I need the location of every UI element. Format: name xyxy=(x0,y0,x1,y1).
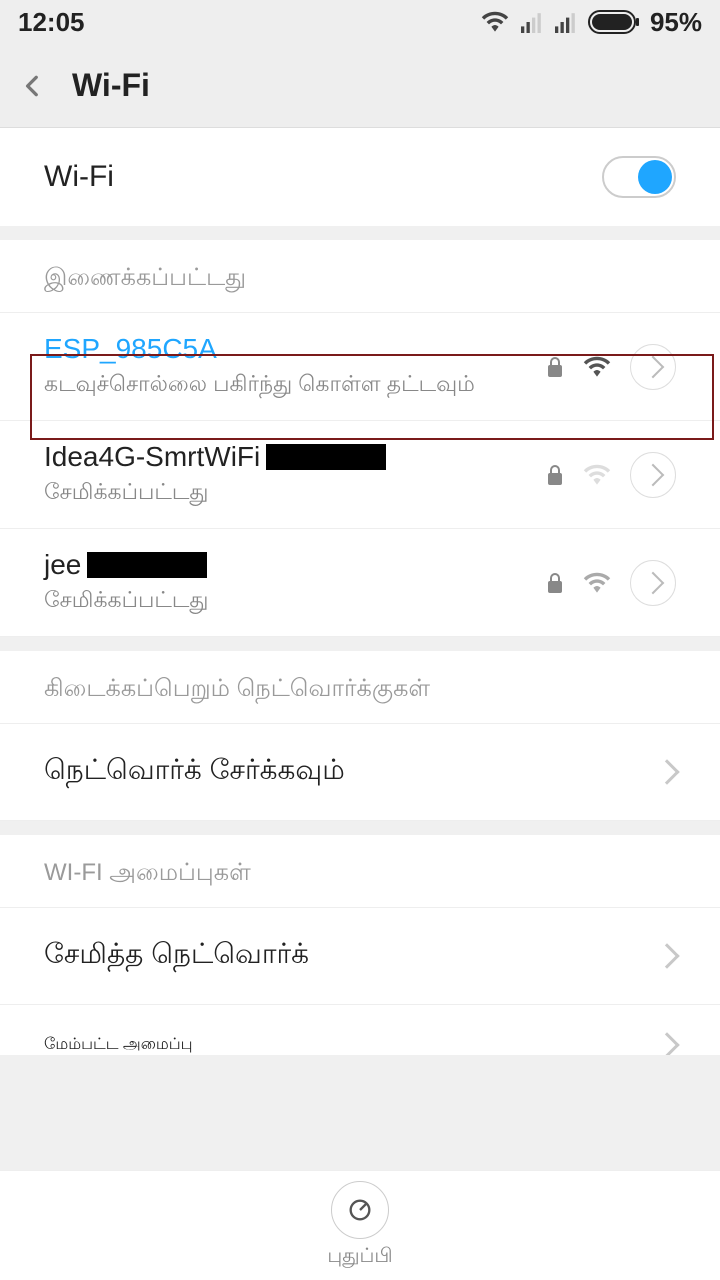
network-row[interactable]: ESP_985C5A கடவுச்சொல்லை பகிர்ந்து கொள்ள த… xyxy=(0,313,720,421)
chevron-right-icon xyxy=(642,571,665,594)
wifi-icon xyxy=(480,10,510,34)
battery-icon xyxy=(588,10,640,34)
network-row[interactable]: Idea4G-SmrtWiFi சேமிக்கப்பட்டது xyxy=(0,421,720,529)
network-name: jee xyxy=(44,549,534,581)
refresh-button[interactable] xyxy=(331,1181,389,1239)
signal-icon xyxy=(554,11,578,33)
network-details-button[interactable] xyxy=(630,452,676,498)
section-connected-header: இணைக்கப்பட்டது xyxy=(0,240,720,313)
network-name: ESP_985C5A xyxy=(44,333,534,365)
add-network-row[interactable]: நெட்வொர்க் சேர்க்கவும் xyxy=(0,724,720,821)
chevron-right-icon xyxy=(642,463,665,486)
lock-icon xyxy=(546,572,564,594)
network-subtitle: சேமிக்கப்பட்டது xyxy=(44,479,534,508)
redacted-text xyxy=(87,552,207,578)
section-wifi-settings-header: WI-FI அமைப்புகள் xyxy=(0,835,720,908)
chevron-right-icon xyxy=(642,355,665,378)
wifi-toggle[interactable] xyxy=(602,156,676,198)
saved-networks-row[interactable]: சேமித்த நெட்வொர்க் xyxy=(0,908,720,1005)
battery-percent: 95% xyxy=(650,7,702,38)
wifi-toggle-row[interactable]: Wi-Fi xyxy=(0,128,720,226)
chevron-right-icon xyxy=(654,759,679,784)
signal-icon xyxy=(520,11,544,33)
advanced-settings-row[interactable]: மேம்பட்ட அமைப்பு xyxy=(0,1005,720,1055)
chevron-right-icon xyxy=(654,1032,679,1055)
wifi-toggle-label: Wi-Fi xyxy=(44,160,114,194)
footer: புதுப்பி xyxy=(0,1170,720,1280)
status-time: 12:05 xyxy=(18,7,85,38)
saved-networks-label: சேமித்த நெட்வொர்க் xyxy=(44,938,309,974)
network-details-button[interactable] xyxy=(630,344,676,390)
refresh-icon xyxy=(346,1196,374,1224)
chevron-left-icon xyxy=(20,73,46,99)
wifi-signal-icon xyxy=(582,355,612,379)
lock-icon xyxy=(546,356,564,378)
wifi-signal-icon xyxy=(582,571,612,595)
lock-icon xyxy=(546,464,564,486)
network-subtitle: சேமிக்கப்பட்டது xyxy=(44,587,534,616)
back-button[interactable] xyxy=(20,73,60,99)
status-right: 95% xyxy=(480,7,702,38)
wifi-signal-icon xyxy=(582,463,612,487)
status-bar: 12:05 95% xyxy=(0,0,720,44)
redacted-text xyxy=(266,444,386,470)
network-details-button[interactable] xyxy=(630,560,676,606)
chevron-right-icon xyxy=(654,943,679,968)
page-title: Wi-Fi xyxy=(72,67,150,104)
network-row[interactable]: jee சேமிக்கப்பட்டது xyxy=(0,529,720,637)
network-name: Idea4G-SmrtWiFi xyxy=(44,441,534,473)
app-header: Wi-Fi xyxy=(0,44,720,128)
section-available-header: கிடைக்கப்பெறும் நெட்வொர்க்குகள் xyxy=(0,651,720,724)
add-network-label: நெட்வொர்க் சேர்க்கவும் xyxy=(44,754,345,790)
refresh-label: புதுப்பி xyxy=(327,1245,392,1270)
advanced-settings-label: மேம்பட்ட அமைப்பு xyxy=(44,1035,193,1055)
network-subtitle: கடவுச்சொல்லை பகிர்ந்து கொள்ள தட்டவும் xyxy=(44,371,534,400)
